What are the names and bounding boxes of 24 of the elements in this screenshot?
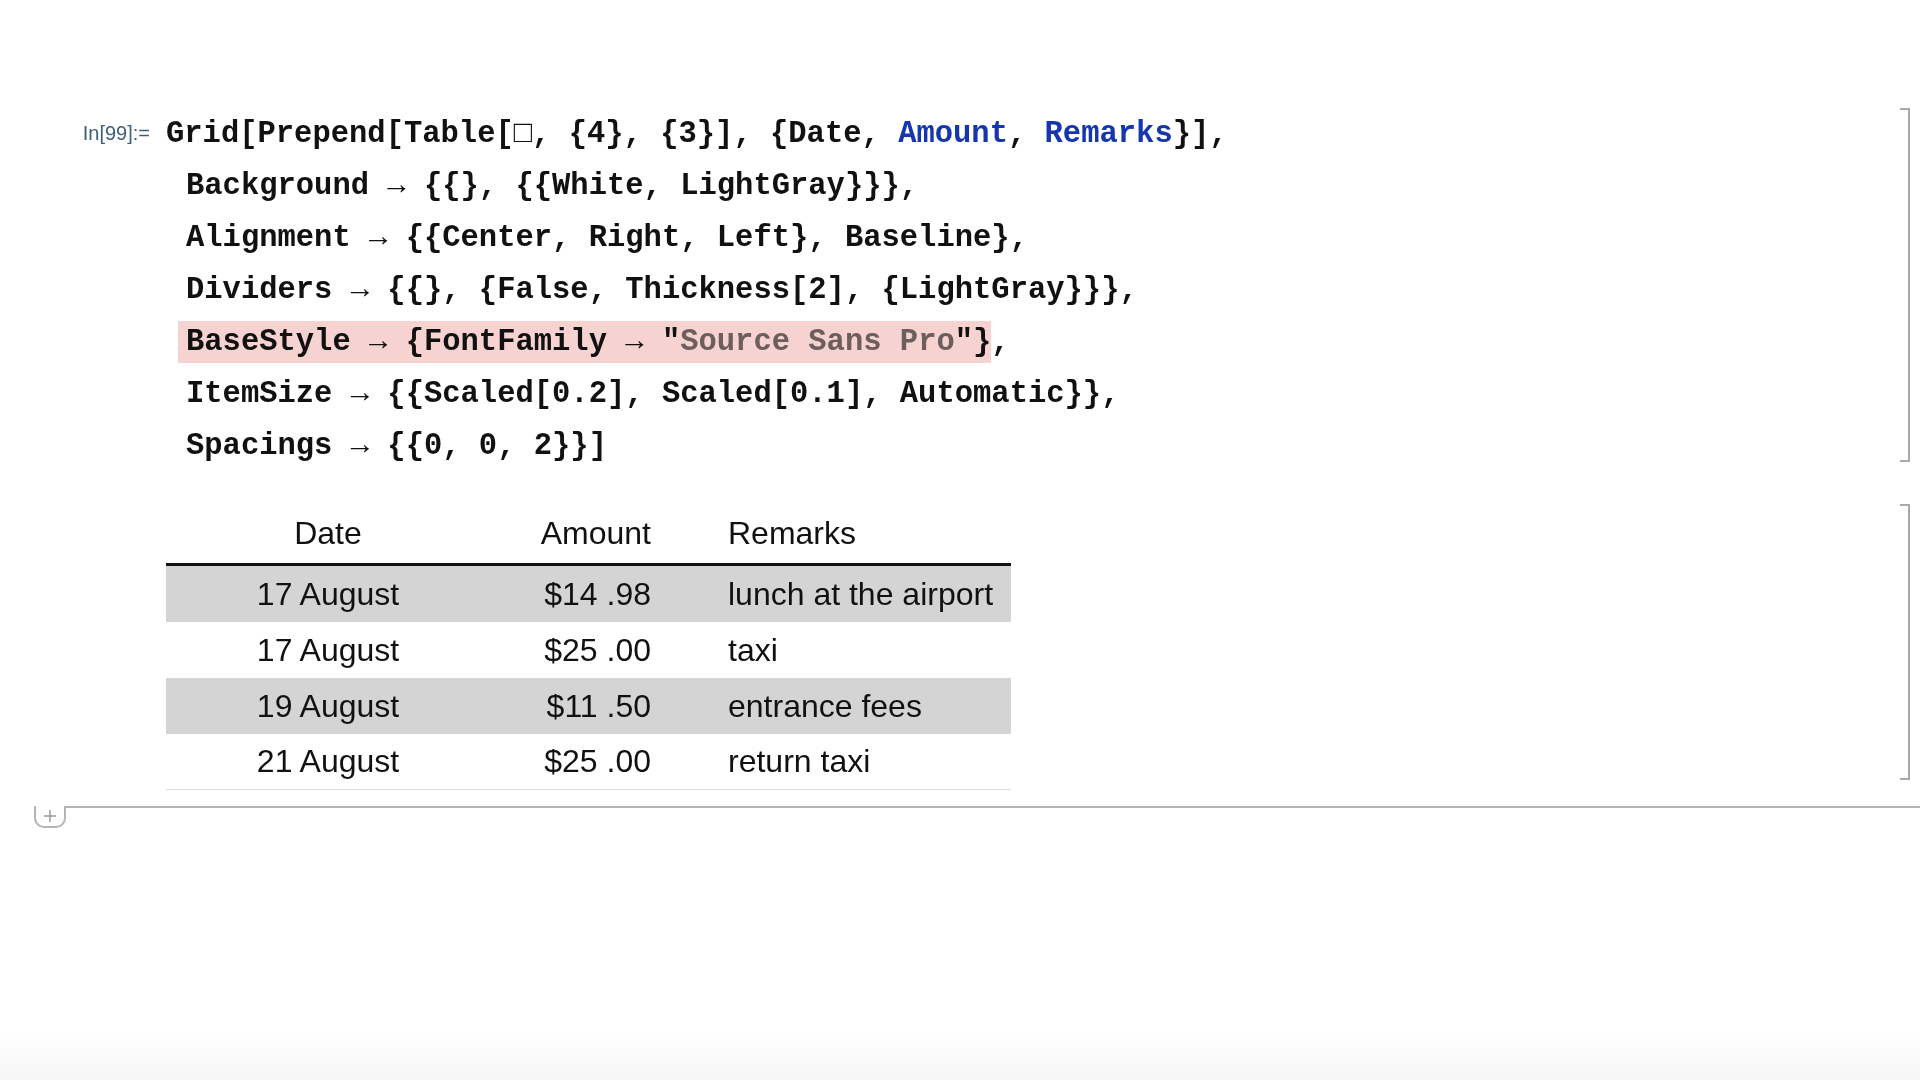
code-line: Background → {{}, {{White, LightGray}}}, bbox=[186, 168, 919, 205]
table-cell: lunch at the airport bbox=[651, 566, 1011, 622]
add-cell-button[interactable] bbox=[34, 806, 66, 828]
code-line: Alignment → {{Center, Right, Left}, Baseline}, bbox=[186, 220, 1028, 257]
table-cell: $14 .98 bbox=[490, 566, 651, 622]
code-line: Dividers → {{}, {False, Thickness[2], {LightGray}}}, bbox=[186, 272, 1138, 309]
code-punctuation: , bbox=[991, 325, 1010, 359]
plus-icon bbox=[43, 809, 57, 823]
table-cell-text: 17 August bbox=[255, 630, 401, 670]
table-cell: 17 August bbox=[166, 566, 490, 622]
table-cell-text: $25 .00 bbox=[543, 630, 651, 670]
table-cell: 21 August bbox=[166, 734, 490, 790]
input-label: In[99]:= bbox=[82, 122, 150, 145]
table-cell: $11 .50 bbox=[490, 678, 651, 734]
table-cell: return taxi bbox=[651, 734, 1011, 790]
table-cell: entrance fees bbox=[651, 678, 1011, 734]
table-cell-text: taxi bbox=[727, 630, 779, 670]
code-line: ItemSize → {{Scaled[0.2], Scaled[0.1], Automatic}}, bbox=[186, 376, 1120, 413]
code-line: Spacings → {{0, 0, 2}}] bbox=[186, 428, 607, 465]
cell-bracket[interactable] bbox=[1900, 108, 1910, 462]
table-cell: $25 .00 bbox=[490, 734, 651, 790]
code-line: Grid[Prepend[Table[□, {4}, {3}], {Date, Amount, Remarks}], bbox=[166, 116, 1228, 153]
table-cell: 19 August bbox=[166, 678, 490, 734]
cell-bracket[interactable] bbox=[1900, 504, 1910, 780]
